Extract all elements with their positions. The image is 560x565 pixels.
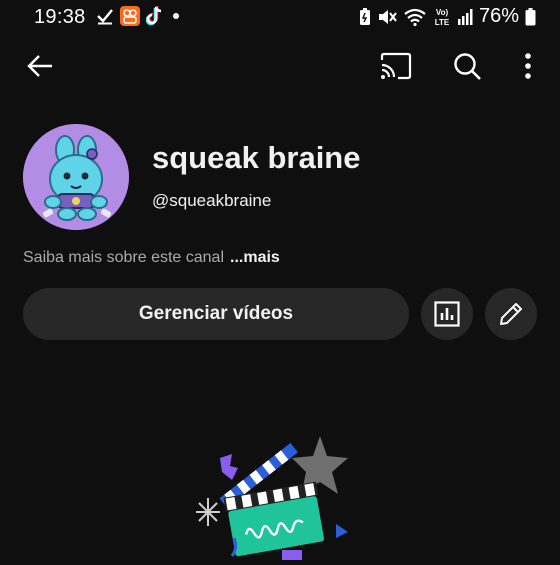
analytics-icon	[434, 301, 460, 327]
edit-pencil-icon	[500, 303, 522, 325]
empty-state-illustration	[186, 430, 376, 560]
more-options-button[interactable]	[506, 44, 550, 88]
channel-avatar[interactable]	[23, 124, 129, 230]
channel-handle: @squeakbraine	[152, 191, 272, 210]
edit-channel-button[interactable]	[485, 288, 537, 340]
search-button[interactable]	[445, 44, 489, 88]
avatar-mascot-image	[23, 124, 129, 230]
cast-button[interactable]	[374, 44, 418, 88]
manage-videos-button[interactable]: Gerenciar vídeos	[23, 288, 409, 340]
search-icon	[454, 53, 481, 80]
analytics-button[interactable]	[421, 288, 473, 340]
more-vert-icon	[525, 53, 531, 79]
dot-icon	[173, 13, 179, 19]
svg-text:LTE: LTE	[435, 18, 450, 27]
status-notification-icons	[96, 6, 182, 26]
status-bar: 19:38 Vo) LTE 76%	[0, 0, 560, 34]
channel-name: squeak braine	[152, 140, 361, 175]
status-time: 19:38	[34, 6, 86, 28]
battery-percent: 76%	[478, 5, 519, 27]
status-system-icons: Vo) LTE 76%	[359, 5, 536, 28]
battery-saver-icon	[359, 7, 370, 25]
svg-text:Vo): Vo)	[436, 8, 449, 17]
about-channel-text: Saiba mais sobre este canal	[23, 249, 224, 266]
about-more-link[interactable]: ...mais	[230, 249, 280, 266]
cast-icon	[380, 52, 412, 80]
about-channel-row[interactable]: Saiba mais sobre este canal ...mais	[23, 249, 280, 267]
wifi-icon	[404, 8, 426, 26]
clapperboard-illustration	[196, 436, 348, 560]
back-button[interactable]	[18, 44, 62, 88]
mute-icon	[378, 9, 397, 24]
check-icon	[97, 9, 113, 25]
kwai-app-icon	[120, 6, 140, 26]
volte-icon: Vo) LTE	[435, 8, 450, 27]
back-arrow-icon	[27, 55, 52, 77]
signal-icon	[457, 8, 473, 25]
battery-icon	[525, 7, 536, 25]
tiktok-icon	[146, 6, 162, 26]
